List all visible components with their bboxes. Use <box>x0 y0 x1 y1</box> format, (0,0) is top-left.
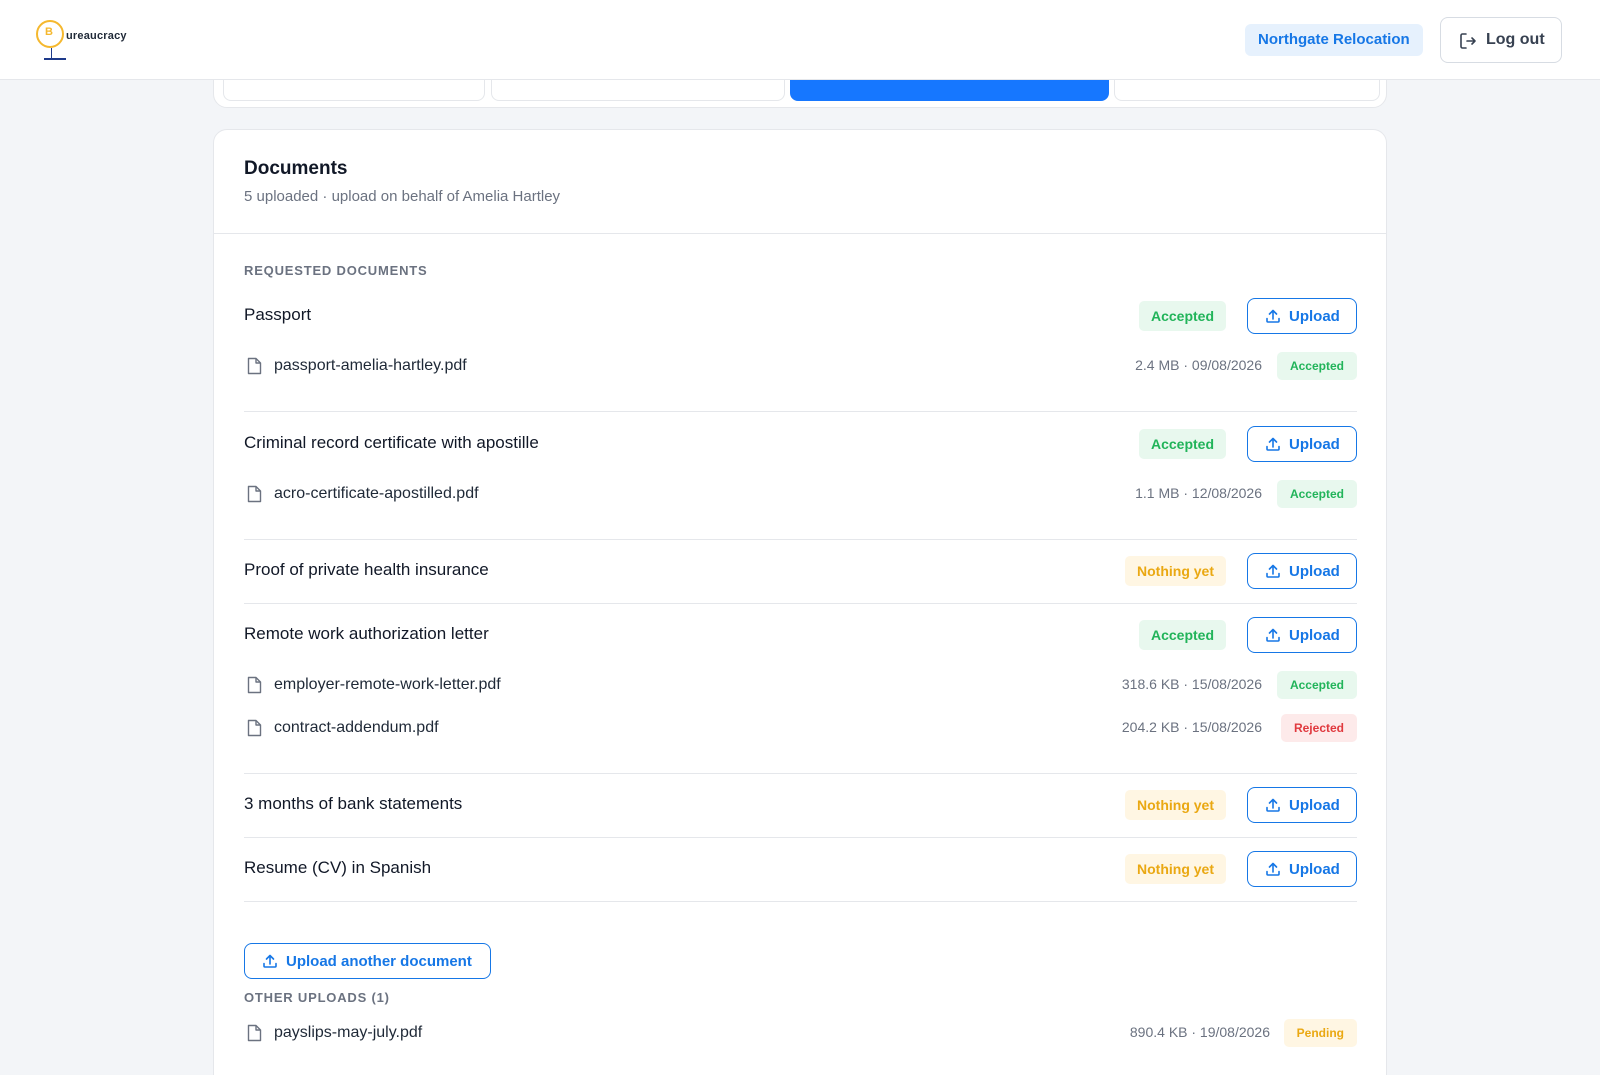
file-icon <box>247 719 262 737</box>
upload-icon <box>1266 862 1280 876</box>
other-uploads-label: OTHER UPLOADS (1) <box>244 990 390 1005</box>
requested-document-title: Resume (CV) in Spanish <box>244 858 432 877</box>
upload-label: Upload <box>1289 861 1340 878</box>
uploaded-file-row[interactable]: contract-addendum.pdf 204.2 KB · 15/08/2… <box>244 714 1357 742</box>
requested-document-title: Proof of private health insurance <box>244 560 489 579</box>
file-icon <box>247 357 262 375</box>
row-divider <box>244 837 1357 838</box>
uploaded-file-row[interactable]: passport-amelia-hartley.pdf 2.4 MB · 09/… <box>244 352 1357 380</box>
requested-document-status: Nothing yet <box>1125 854 1226 884</box>
upload-label: Upload <box>1289 797 1340 814</box>
logo-stem <box>51 48 52 58</box>
upload-label: Upload <box>1289 563 1340 580</box>
file-icon <box>247 676 262 694</box>
logo-letter: B <box>45 26 53 38</box>
requested-document-status: Accepted <box>1138 620 1226 650</box>
upload-icon <box>1266 309 1280 323</box>
upload-label: Upload <box>1289 308 1340 325</box>
file-name[interactable]: passport-amelia-hartley.pdf <box>274 357 467 375</box>
requested-document-status: Nothing yet <box>1125 790 1226 820</box>
logo-base <box>44 58 66 60</box>
organization-badge: Northgate Relocation <box>1245 24 1423 56</box>
file-status-badge: Accepted <box>1276 352 1357 380</box>
file-icon <box>247 485 262 503</box>
file-status-badge: Accepted <box>1276 480 1357 508</box>
upload-button[interactable]: Upload <box>1247 851 1357 887</box>
requested-document-title: Remote work authorization letter <box>244 624 489 643</box>
upload-button[interactable]: Upload <box>1247 787 1357 823</box>
upload-another-label: Upload another document <box>286 953 472 970</box>
requested-document-row: Remote work authorization letter Accepte… <box>244 617 1357 653</box>
upload-icon <box>1266 628 1280 642</box>
requested-document-title: Criminal record certificate with apostil… <box>244 433 539 452</box>
documents-header: Documents 5 uploaded · upload on behalf … <box>214 130 1386 234</box>
requested-document-row: 3 months of bank statements Nothing yet … <box>244 787 1357 823</box>
file-meta: 318.6 KB · 15/08/2026 <box>1121 676 1262 692</box>
file-name[interactable]: contract-addendum.pdf <box>274 719 439 737</box>
file-meta: 204.2 KB · 15/08/2026 <box>1121 719 1262 735</box>
uploaded-file-row[interactable]: acro-certificate-apostilled.pdf 1.1 MB ·… <box>244 480 1357 508</box>
upload-button[interactable]: Upload <box>1247 617 1357 653</box>
requested-document-status: Accepted <box>1138 301 1226 331</box>
logo-text: ureaucracy <box>66 30 127 42</box>
requested-document-row: Criminal record certificate with apostil… <box>244 426 1357 462</box>
file-meta: 2.4 MB · 09/08/2026 <box>1135 357 1262 373</box>
upload-label: Upload <box>1289 436 1340 453</box>
upload-icon <box>1266 564 1280 578</box>
requested-document-title: 3 months of bank statements <box>244 794 463 813</box>
requested-document-status: Accepted <box>1138 429 1226 459</box>
file-meta: 1.1 MB · 12/08/2026 <box>1135 485 1262 501</box>
row-divider <box>244 539 1357 540</box>
top-header: B ureaucracy Northgate Relocation Log ou… <box>0 0 1600 80</box>
upload-icon <box>1266 437 1280 451</box>
file-meta: 890.4 KB · 19/08/2026 <box>1129 1024 1270 1040</box>
file-status-badge: Accepted <box>1276 671 1357 699</box>
documents-title: Documents <box>244 158 348 179</box>
app-logo[interactable]: B ureaucracy <box>36 20 146 62</box>
other-upload-row[interactable]: payslips-may-july.pdf 890.4 KB · 19/08/2… <box>244 1019 1357 1047</box>
upload-button[interactable]: Upload <box>1247 553 1357 589</box>
row-divider <box>244 603 1357 604</box>
requested-documents-label: REQUESTED DOCUMENTS <box>244 263 428 278</box>
row-divider <box>244 901 1357 902</box>
logout-label: Log out <box>1486 31 1545 48</box>
upload-icon <box>263 954 277 968</box>
upload-another-document-button[interactable]: Upload another document <box>244 943 491 979</box>
requested-document-row: Passport Accepted Upload <box>244 298 1357 334</box>
logout-icon <box>1460 33 1476 49</box>
upload-icon <box>1266 798 1280 812</box>
documents-card: Documents 5 uploaded · upload on behalf … <box>213 129 1387 1075</box>
upload-button[interactable]: Upload <box>1247 298 1357 334</box>
logout-button[interactable]: Log out <box>1440 17 1562 63</box>
file-status-badge: Rejected <box>1280 714 1357 742</box>
requested-document-title: Passport <box>244 305 312 324</box>
requested-document-status: Nothing yet <box>1125 556 1226 586</box>
row-divider <box>244 773 1357 774</box>
documents-subtitle: 5 uploaded · upload on behalf of Amelia … <box>244 188 561 205</box>
file-status-badge: Pending <box>1283 1019 1357 1047</box>
file-name[interactable]: acro-certificate-apostilled.pdf <box>274 485 479 503</box>
upload-label: Upload <box>1289 627 1340 644</box>
file-name[interactable]: employer-remote-work-letter.pdf <box>274 676 501 694</box>
uploaded-file-row[interactable]: employer-remote-work-letter.pdf 318.6 KB… <box>244 671 1357 699</box>
upload-button[interactable]: Upload <box>1247 426 1357 462</box>
row-divider <box>244 411 1357 412</box>
requested-document-row: Resume (CV) in Spanish Nothing yet Uploa… <box>244 851 1357 887</box>
requested-document-row: Proof of private health insurance Nothin… <box>244 553 1357 589</box>
file-icon <box>247 1024 262 1042</box>
file-name[interactable]: payslips-may-july.pdf <box>274 1024 422 1042</box>
